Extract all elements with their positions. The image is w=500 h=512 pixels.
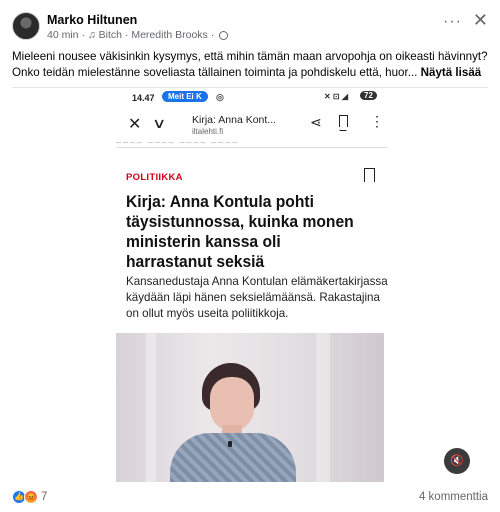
article-title: Kirja: Anna Kontula pohti täysistunnossa… — [126, 192, 354, 271]
camera-icon: ◎ — [216, 92, 224, 102]
battery-icon: 72 — [360, 91, 377, 100]
background-stripe — [316, 333, 330, 482]
globe-icon[interactable] — [219, 30, 229, 40]
spotify-pill: Meit Ei K — [162, 91, 208, 102]
bookmark-icon[interactable] — [364, 168, 375, 182]
system-icons: ✕ ⊡ ◢ — [324, 92, 349, 101]
article-lead: Kansanedustaja Anna Kontulan elämäkertak… — [126, 275, 388, 320]
article-category[interactable]: POLITIIKKA — [126, 172, 183, 183]
person-face — [210, 377, 254, 431]
page-url: iltalehti.fi — [192, 127, 224, 136]
post-header: Marko Hiltunen 40 min · ♫ Bitch · Meredi… — [0, 0, 500, 44]
mute-icon[interactable]: 🔇 — [444, 448, 470, 474]
avatar[interactable] — [12, 12, 40, 40]
kebab-menu-icon[interactable]: ⋮ — [370, 113, 384, 130]
page-title: Kirja: Anna Kont... — [192, 114, 277, 126]
nav-strip: ──── ──── ──── ──── — [116, 140, 388, 148]
dot-separator: · — [124, 29, 129, 42]
share-icon[interactable]: ⋖ — [310, 114, 322, 131]
post-text: Mieleeni nousee väkisinkin kysymys, että… — [12, 49, 490, 81]
article-photo — [116, 333, 384, 482]
chevron-down-icon[interactable]: ∨ — [152, 115, 166, 132]
post-footer: 👍 😡 7 4 kommenttia — [0, 482, 500, 512]
background-stripe — [146, 333, 156, 482]
more-options-button[interactable]: ··· — [443, 13, 462, 31]
browser-toolbar: ✕ ∨ Kirja: Anna Kont... iltalehti.fi ⋖ ⋮ — [116, 108, 388, 140]
attached-screenshot[interactable]: 14.47 Meit Ei K ◎ ✕ ⊡ ◢ 72 ✕ ∨ Kirja: An… — [12, 87, 488, 482]
person-dress — [170, 433, 296, 482]
post-time[interactable]: 40 min — [47, 29, 79, 41]
angry-reaction-icon[interactable]: 😡 — [24, 490, 38, 504]
close-icon[interactable]: ✕ — [128, 114, 141, 134]
author-name[interactable]: Marko Hiltunen — [47, 13, 137, 27]
phone-status-bar: 14.47 Meit Ei K ◎ ✕ ⊡ ◢ 72 — [12, 88, 488, 106]
comment-count[interactable]: 4 kommenttia — [419, 491, 488, 503]
dot-separator: · — [81, 29, 85, 42]
song-title[interactable]: Bitch — [99, 29, 122, 41]
artist-name[interactable]: Meredith Brooks — [131, 29, 207, 41]
bookmark-icon[interactable] — [338, 115, 352, 131]
post-meta: 40 min · ♫ Bitch · Meredith Brooks · — [47, 29, 229, 42]
close-icon[interactable]: ✕ — [473, 10, 488, 31]
microphone — [228, 441, 232, 447]
phone-time: 14.47 — [132, 93, 155, 103]
see-more-link[interactable]: Näytä lisää — [421, 66, 482, 79]
music-note-icon: ♫ — [87, 29, 96, 42]
dot-separator: · — [210, 29, 215, 42]
post-body: Mieleeni nousee väkisinkin kysymys, että… — [12, 50, 488, 79]
reaction-count[interactable]: 7 — [41, 491, 47, 503]
